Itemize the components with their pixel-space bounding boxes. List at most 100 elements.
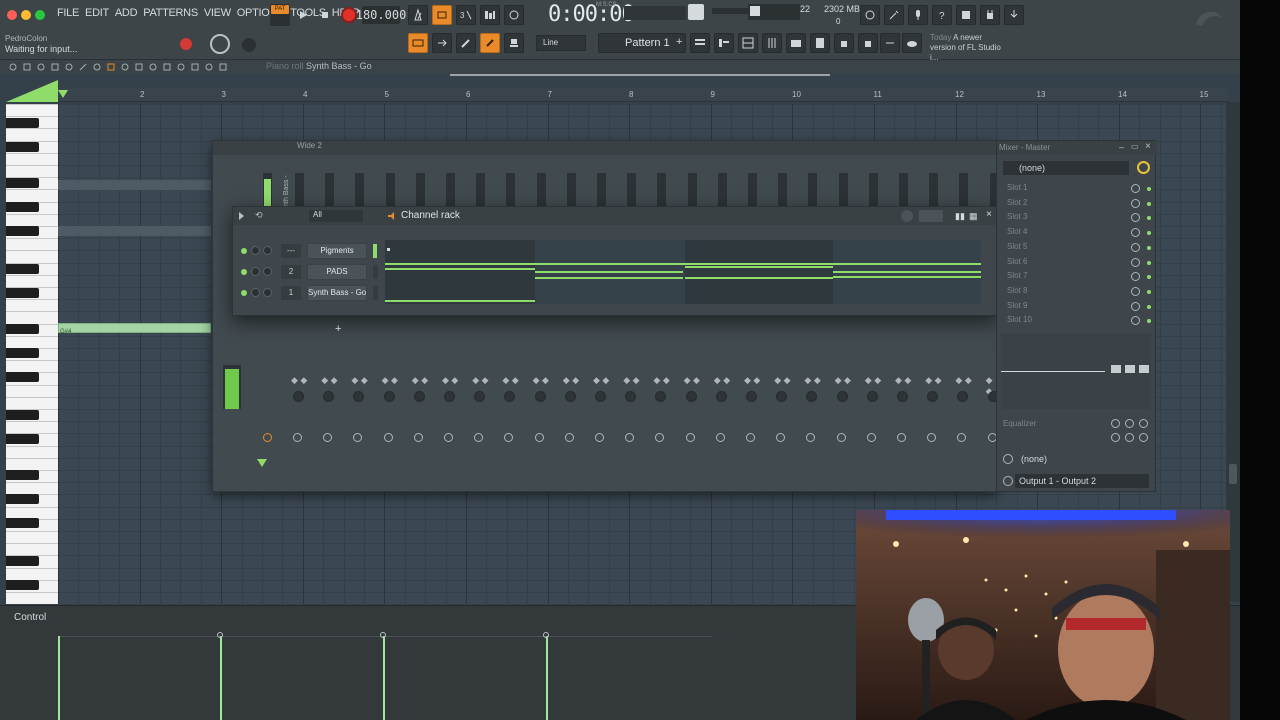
play-button[interactable] <box>294 5 312 25</box>
mixer-maximize-button[interactable]: ▭ <box>1131 142 1139 151</box>
sequencer-knob[interactable] <box>474 391 486 402</box>
sequencer-route-arrows[interactable]: ◆ ◆ <box>291 375 307 386</box>
channel-name-button[interactable]: PADS <box>307 264 367 280</box>
sequencer-route-arrows[interactable]: ◆ ◆ <box>321 375 337 386</box>
sequencer-fader[interactable] <box>929 173 939 209</box>
mixer-slot-mix-knob[interactable] <box>1131 228 1140 238</box>
velocity-bar[interactable] <box>546 636 548 720</box>
control-label[interactable]: Control <box>14 612 46 623</box>
stamp-button[interactable] <box>504 33 524 53</box>
pattern-preview-grid[interactable] <box>385 240 981 304</box>
sequencer-route-arrows[interactable]: ◆ ◆ <box>472 375 488 386</box>
rack-swing-knob[interactable] <box>901 210 913 222</box>
sequencer-knob[interactable] <box>715 391 727 402</box>
channel-pan-knob[interactable] <box>263 267 272 276</box>
sequencer-route-arrows[interactable]: ◆ ◆ <box>653 375 669 386</box>
playlist-arrow-button[interactable] <box>432 33 452 53</box>
mixer-slot[interactable]: Slot 4 <box>997 227 1157 241</box>
sequencer-fader[interactable] <box>687 173 697 209</box>
draw-tool-button[interactable] <box>456 33 476 53</box>
browser-button[interactable] <box>786 33 806 53</box>
sequencer-send-ring[interactable] <box>595 433 604 442</box>
mixer-button[interactable] <box>762 33 782 53</box>
sequencer-send-ring[interactable] <box>746 433 755 442</box>
rack-undo-icon[interactable]: ⟲ <box>255 210 263 221</box>
channel-volume-knob[interactable] <box>251 288 260 297</box>
mixer-close-button[interactable]: × <box>1145 141 1151 152</box>
mixer-slot-enable-led[interactable] <box>1147 304 1151 309</box>
black-key[interactable] <box>6 178 39 188</box>
velocity-handle[interactable] <box>217 632 223 638</box>
sequencer-route-arrows[interactable]: ◆ ◆ <box>623 375 639 386</box>
sequencer-send-ring[interactable] <box>836 433 846 442</box>
midi-note[interactable]: G#4 <box>58 323 211 335</box>
mixer-fader[interactable] <box>1111 365 1121 373</box>
mixer-slot[interactable]: Slot 1 <box>997 183 1157 197</box>
sequencer-send-ring[interactable] <box>323 433 333 442</box>
sequencer-fader[interactable] <box>868 173 878 209</box>
add-channel-button[interactable]: + <box>335 323 341 335</box>
sequencer-send-ring[interactable] <box>564 433 574 442</box>
menu-file[interactable]: FILE <box>54 7 82 19</box>
black-key[interactable] <box>6 434 39 444</box>
channel-rack-button[interactable] <box>738 33 758 53</box>
black-key[interactable] <box>6 494 39 504</box>
black-key[interactable] <box>6 372 39 382</box>
rack-menu-arrow[interactable] <box>239 212 244 220</box>
sequencer-send-ring[interactable] <box>866 433 876 442</box>
sequencer-knob[interactable] <box>383 391 395 402</box>
tempo-knob[interactable] <box>210 34 230 54</box>
link-button[interactable] <box>480 33 500 53</box>
channel-volume-knob[interactable] <box>251 246 260 255</box>
sequencer-knob[interactable] <box>293 391 304 402</box>
tempo-display[interactable]: 180.000 <box>356 6 406 24</box>
menu-edit[interactable]: EDIT <box>82 7 112 19</box>
add-pattern-button[interactable]: + <box>676 36 682 48</box>
sequencer-fader[interactable] <box>748 173 757 209</box>
sequencer-fader[interactable] <box>838 173 848 209</box>
news-ticker[interactable]: Today A newer version of FL Studio i... <box>930 33 1010 63</box>
sequencer-route-arrows[interactable]: ◆ ◆ <box>895 375 911 386</box>
sequencer-knob[interactable] <box>836 391 848 402</box>
time-ruler[interactable]: 2 3 4 5 6 7 8 9 10 11 12 13 14 15 <box>58 88 1228 102</box>
swing-knob[interactable] <box>242 38 256 52</box>
black-key[interactable] <box>6 556 39 566</box>
black-key[interactable] <box>6 470 39 480</box>
sequencer-route-arrows[interactable]: ◆ ◆ <box>744 375 760 386</box>
mixer-slot[interactable]: Slot 3 <box>997 212 1157 226</box>
mixer-slot-mix-knob[interactable] <box>1131 184 1140 193</box>
piano-roll-button[interactable] <box>714 33 734 53</box>
sequencer-fader[interactable] <box>566 173 576 209</box>
mixer-slot-enable-led[interactable] <box>1147 289 1151 294</box>
sequencer-fader[interactable] <box>536 173 546 209</box>
sequencer-send-ring[interactable] <box>957 433 967 442</box>
sequencer-fader[interactable] <box>657 173 667 209</box>
sequencer-knob[interactable] <box>595 391 606 402</box>
sequencer-knob[interactable] <box>625 391 637 402</box>
velocity-bar[interactable] <box>220 636 222 720</box>
playlist-button[interactable] <box>690 33 710 53</box>
mixer-slot[interactable]: Slot 2 <box>997 198 1157 212</box>
record-button[interactable] <box>341 7 357 23</box>
mixer-slot-enable-led[interactable] <box>1147 260 1151 265</box>
sequencer-send-ring[interactable] <box>413 433 423 442</box>
sequencer-knob[interactable] <box>444 391 455 402</box>
countdown-button[interactable]: 3 <box>456 5 476 25</box>
mixer-slot-enable-led[interactable] <box>1147 275 1151 280</box>
sequencer-route-arrows[interactable]: ◆ ◆ <box>412 375 428 386</box>
sequencer-fader[interactable] <box>385 173 395 209</box>
eq-knob[interactable] <box>1125 433 1134 442</box>
mixer-slot[interactable]: Slot 9 <box>997 301 1157 315</box>
sequencer-send-ring[interactable] <box>776 433 786 442</box>
mixer-slot-mix-knob[interactable] <box>1131 257 1140 267</box>
mixer-preset-icon[interactable] <box>1137 161 1150 174</box>
sequencer-active-ring[interactable] <box>263 433 272 442</box>
black-key[interactable] <box>6 410 39 420</box>
sequencer-send-ring[interactable] <box>293 433 302 442</box>
wait-input-button[interactable] <box>432 5 452 25</box>
channel-mixer-route[interactable]: --- <box>281 244 301 258</box>
sequencer-route-arrows[interactable]: ◆ ◆ <box>955 375 971 386</box>
velocity-bar[interactable] <box>58 636 60 720</box>
sequencer-fader[interactable] <box>959 173 969 209</box>
sequencer-route-arrows[interactable]: ◆ ◆ <box>714 375 730 386</box>
